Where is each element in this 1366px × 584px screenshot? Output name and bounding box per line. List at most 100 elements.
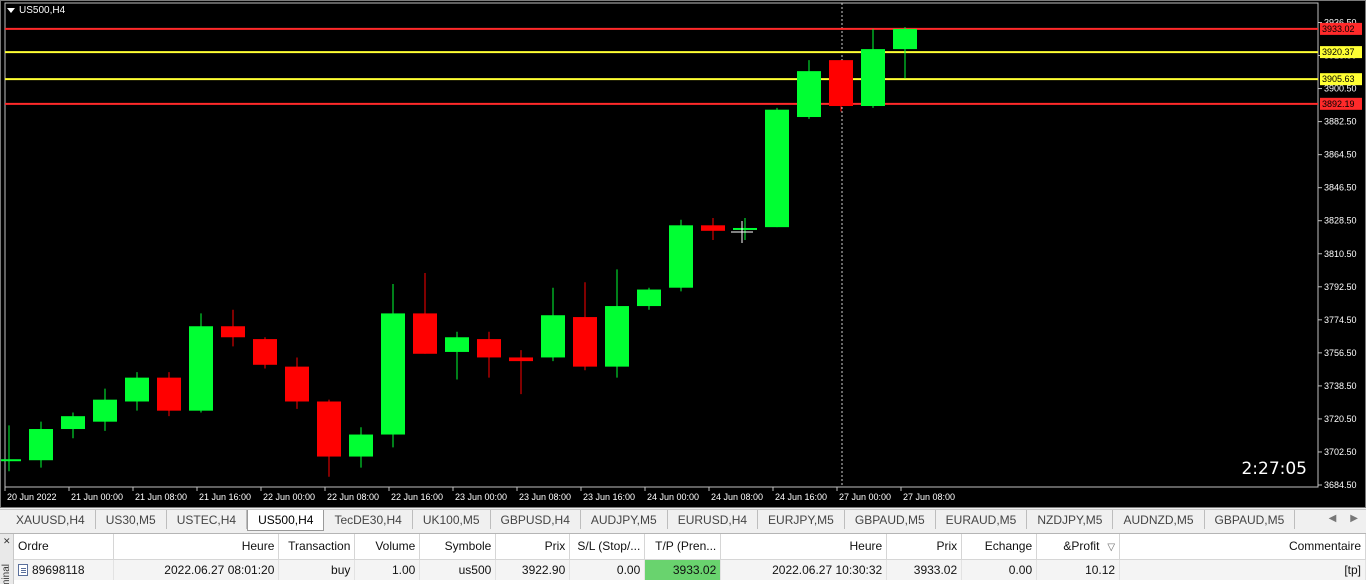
column-header-label: Ordre [18,539,49,554]
column-header-label: Heure [849,539,883,554]
trading-window: 3936.503918.503900.503882.503864.503846.… [0,0,1366,584]
tab-gbpusd-h4[interactable]: GBPUSD,H4 [491,510,581,529]
column-header[interactable]: Prix [495,534,571,560]
chart-tabs-bar: XAUUSD,H4 US30,M5 USTEC,H4 US500,H4 TecDE30,… [0,509,1366,531]
candle-body [125,377,149,402]
price-chart[interactable]: 3936.503918.503900.503882.503864.503846.… [1,1,1365,507]
time-axis-label: 27 Jun 00:00 [839,492,891,502]
column-header-label: S/L (Stop/... [577,539,641,554]
dropdown-triangle-icon[interactable] [7,8,15,13]
time-axis-label: 24 Jun 00:00 [647,492,699,502]
table-cell: 2022.06.27 10:30:32 [720,559,888,580]
candle-body [701,225,725,231]
candle-body [221,326,245,338]
sort-descending-icon[interactable]: ▽ [1107,542,1115,553]
candle-body [797,71,821,118]
scroll-left-icon[interactable]: ◀ [1329,513,1337,524]
chart-panel[interactable]: 3936.503918.503900.503882.503864.503846.… [0,0,1366,508]
time-axis-label: 22 Jun 00:00 [263,492,315,502]
column-header-label: Echange [984,539,1033,554]
column-header[interactable]: Echange [961,534,1038,560]
tab-audjpy-m5[interactable]: AUDJPY,M5 [581,510,668,529]
price-axis-label: 3738.50 [1324,381,1357,391]
tab-euraud-m5[interactable]: EURAUD,M5 [936,510,1028,529]
candle-body [157,377,181,411]
price-axis-label: 3846.50 [1324,183,1357,193]
time-axis-label: 22 Jun 16:00 [391,492,443,502]
candle-countdown: 2:27:05 [1241,459,1307,479]
terminal-label: minal [1,564,12,584]
price-axis-label: 3810.50 [1324,249,1357,259]
column-header[interactable]: Volume [354,534,421,560]
plot-frame [4,2,1319,488]
price-axis-label: 3756.50 [1324,348,1357,358]
column-header[interactable]: S/L (Stop/... [569,534,646,560]
table-cell: 3933.02 [886,559,963,580]
column-header[interactable]: Prix [886,534,963,560]
column-header[interactable]: Symbole [419,534,497,560]
column-header[interactable]: Ordre [14,534,115,560]
time-axis-label: 23 Jun 00:00 [455,492,507,502]
tab-uk100-m5[interactable]: UK100,M5 [413,510,491,529]
table-cell: 2022.06.27 08:01:20 [113,559,280,580]
time-axis-label: 21 Jun 00:00 [71,492,123,502]
tab-eurusd-h4[interactable]: EURUSD,H4 [668,510,759,529]
column-header-label: Commentaire [1288,539,1361,554]
candle-body [829,60,853,107]
column-header[interactable]: Heure [720,534,888,560]
table-cell: buy [278,559,356,580]
price-axis-label: 3828.50 [1324,216,1357,226]
cell-value: [tp] [1344,562,1361,577]
cell-value: 2022.06.27 08:01:20 [164,562,275,577]
terminal-sidebar: ✕ minal [0,534,14,584]
cell-value: 3933.02 [672,562,717,577]
column-header[interactable]: Transaction [278,534,356,560]
candle-body [605,306,629,367]
cell-value: 0.00 [1008,562,1033,577]
table-cell: 0.00 [961,559,1038,580]
candle-body [573,317,597,367]
candle-body [509,357,533,362]
table-cell: us500 [419,559,497,580]
table-cell: 3922.90 [495,559,571,580]
time-axis-label: 22 Jun 08:00 [327,492,379,502]
column-header-label: Prix [544,539,566,554]
table-cell: 10.12 [1036,559,1121,580]
tab-nzdjpy-m5[interactable]: NZDJPY,M5 [1027,510,1114,529]
tab-tecde30-h4[interactable]: TecDE30,H4 [324,510,413,529]
candle-body [349,434,373,457]
cell-value: 89698118 [32,562,85,577]
price-axis-label: 3864.50 [1324,150,1357,160]
scroll-right-icon[interactable]: ▶ [1350,513,1358,524]
tab-gbpaud-m5[interactable]: GBPAUD,M5 [1205,510,1296,529]
tab-eurjpy-m5[interactable]: EURJPY,M5 [758,510,845,529]
tab-us30-m5[interactable]: US30,M5 [96,510,167,529]
close-icon[interactable]: ✕ [3,536,11,547]
column-header[interactable]: T/P (Pren... [644,534,722,560]
time-axis-label: 21 Jun 16:00 [199,492,251,502]
table-cell: [tp] [1119,559,1366,580]
column-header[interactable]: &Profit ▽ [1036,534,1121,560]
candle-body [893,28,917,50]
cell-value: 2022.06.27 10:30:32 [772,562,883,577]
candle-body [413,313,437,354]
tab-scroll-arrows[interactable]: ◀ ▶ [1329,513,1358,524]
level-price-label: 3905.63 [1322,74,1355,84]
candle-body [477,339,501,358]
tab-audnzd-m5[interactable]: AUDNZD,M5 [1113,510,1205,529]
tab-xauusd-h4[interactable]: XAUUSD,H4 [6,510,96,529]
level-price-label: 3933.02 [1322,24,1355,34]
terminal-panel: ✕ minal Ordre Heure Transaction Volume Symbo… [0,533,1366,584]
column-header[interactable]: Heure [113,534,280,560]
table-row[interactable]: 89698118 2022.06.27 08:01:20 buy 1.00 us500 3… [14,559,1366,580]
column-header[interactable]: Commentaire [1119,534,1366,560]
tab-ustec-h4[interactable]: USTEC,H4 [167,510,248,529]
level-price-label: 3892.19 [1322,99,1355,109]
price-axis-label: 3702.50 [1324,447,1357,457]
candle-body [381,313,405,435]
column-header-label: Heure [241,539,275,554]
chart-title[interactable]: US500,H4 [7,5,65,16]
tab-us500-h4[interactable]: US500,H4 [247,510,325,531]
tab-gbpaud-m5[interactable]: GBPAUD,M5 [845,510,936,529]
cell-value: 1.00 [392,562,416,577]
